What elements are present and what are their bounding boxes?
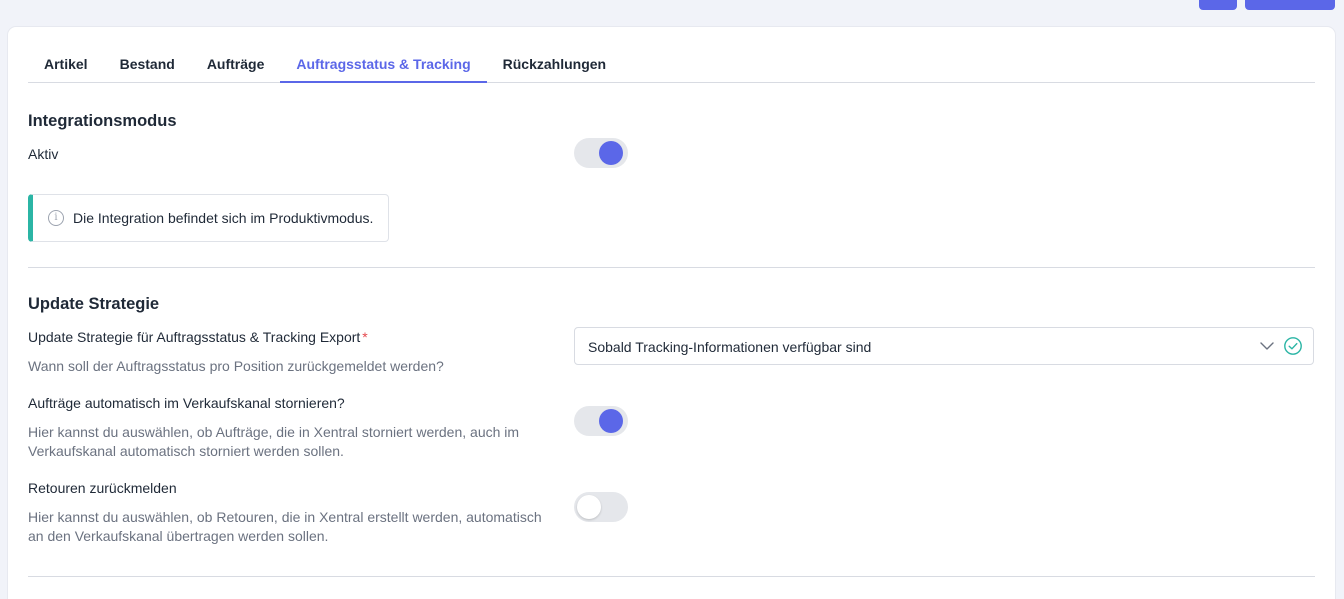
active-label: Aktiv: [28, 146, 59, 162]
strategy-section-title: Update Strategie: [28, 295, 160, 313]
export-strategy-value: Sobald Tracking-Informationen verfügbar …: [588, 339, 872, 355]
toggle-knob: [599, 141, 623, 165]
info-notice: i Die Integration befindet sich im Produ…: [28, 194, 389, 242]
returns-hint: Hier kannst du auswählen, ob Retouren, d…: [28, 509, 542, 544]
export-strategy-select[interactable]: Sobald Tracking-Informationen verfügbar …: [574, 327, 1314, 365]
top-action-button-small[interactable]: [1199, 0, 1237, 10]
cancel-orders-hint: Hier kannst du auswählen, ob Aufträge, d…: [28, 424, 520, 459]
cancel-orders-toggle[interactable]: [574, 406, 628, 436]
export-strategy-label-text: Update Strategie für Auftragsstatus & Tr…: [28, 329, 361, 345]
export-strategy-label: Update Strategie für Auftragsstatus & Tr…: [28, 329, 368, 345]
tab-bestand[interactable]: Bestand: [104, 47, 191, 83]
returns-toggle[interactable]: [574, 492, 628, 522]
returns-label: Retouren zurückmelden: [28, 480, 177, 496]
cancel-orders-label: Aufträge automatisch im Verkaufskanal st…: [28, 395, 345, 411]
active-toggle[interactable]: [574, 138, 628, 168]
tab-rueckzahlungen[interactable]: Rückzahlungen: [487, 47, 622, 83]
chevron-down-icon[interactable]: [1259, 338, 1275, 354]
check-circle-icon: [1284, 337, 1302, 355]
section-divider: [28, 576, 1315, 577]
info-notice-text: Die Integration befindet sich im Produkt…: [73, 210, 374, 226]
tab-auftragsstatus-tracking[interactable]: Auftragsstatus & Tracking: [280, 47, 487, 83]
required-marker: *: [362, 329, 368, 345]
tab-auftraege[interactable]: Aufträge: [191, 47, 281, 83]
section-divider: [28, 267, 1315, 268]
toggle-knob: [599, 409, 623, 433]
export-strategy-hint: Wann soll der Auftragsstatus pro Positio…: [28, 358, 444, 374]
toggle-knob: [577, 495, 601, 519]
settings-card: Artikel Bestand Aufträge Auftragsstatus …: [8, 27, 1335, 599]
tab-artikel[interactable]: Artikel: [28, 47, 104, 83]
integration-section-title: Integrationsmodus: [28, 112, 177, 130]
info-icon: i: [48, 210, 64, 226]
tab-bar: Artikel Bestand Aufträge Auftragsstatus …: [28, 47, 622, 83]
top-action-button[interactable]: [1245, 0, 1335, 10]
